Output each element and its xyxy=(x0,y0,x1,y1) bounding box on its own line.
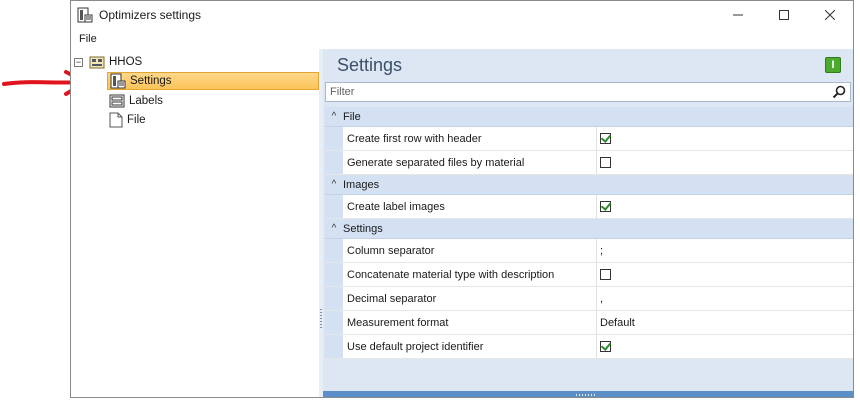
category-settings[interactable]: ^ Settings xyxy=(325,219,853,239)
property-row: Generate separated files by material xyxy=(325,151,853,175)
property-row: Decimal separator , xyxy=(325,287,853,311)
column-separator-value[interactable]: ; xyxy=(597,239,853,262)
tree-root-label: HHOS xyxy=(109,56,143,68)
minimize-button[interactable] xyxy=(715,1,761,29)
category-label: Images xyxy=(343,178,380,191)
property-name: Decimal separator xyxy=(343,287,597,310)
resize-grip[interactable] xyxy=(576,394,596,396)
property-name: Generate separated files by material xyxy=(343,151,597,174)
collapse-caret-icon[interactable]: ^ xyxy=(325,179,343,190)
menu-file[interactable]: File xyxy=(79,33,97,45)
category-file[interactable]: ^ File xyxy=(325,107,853,127)
settings-panel: Settings I ^ File Create first row with … xyxy=(323,49,853,397)
optimizers-settings-window: Optimizers settings File − HHOS Settings… xyxy=(70,0,854,398)
property-row: Create first row with header xyxy=(325,127,853,151)
project-icon xyxy=(89,56,105,69)
category-label: Settings xyxy=(343,222,383,235)
property-name: Concatenate material type with descripti… xyxy=(343,263,597,286)
property-row: Measurement format Default xyxy=(325,311,853,335)
property-name: Column separator xyxy=(343,239,597,262)
collapse-caret-icon[interactable]: ^ xyxy=(325,111,343,122)
collapse-caret-icon[interactable]: ^ xyxy=(325,223,343,234)
info-icon[interactable]: I xyxy=(825,57,841,73)
settings-doc-icon xyxy=(110,73,126,89)
property-name: Measurement format xyxy=(343,311,597,334)
concatenate-material-type-checkbox[interactable] xyxy=(600,269,611,280)
tree-root-hhos[interactable]: HHOS xyxy=(89,53,142,71)
title-bar: Optimizers settings xyxy=(71,1,853,29)
tree-item-file[interactable]: File xyxy=(109,111,146,129)
generate-separated-files-checkbox[interactable] xyxy=(600,157,611,168)
menu-bar: File xyxy=(71,29,853,49)
tree-item-label: Labels xyxy=(129,95,163,107)
property-grid: ^ File Create first row with header Gene… xyxy=(325,107,853,359)
labels-icon xyxy=(109,94,125,108)
close-button[interactable] xyxy=(807,1,853,29)
property-row: Use default project identifier xyxy=(325,335,853,359)
tree-item-labels[interactable]: Labels xyxy=(109,92,163,110)
property-name: Create first row with header xyxy=(343,127,597,150)
navigation-tree: − HHOS Settings Labels File xyxy=(71,49,319,397)
category-label: File xyxy=(343,110,361,123)
property-name: Create label images xyxy=(343,195,597,218)
tree-item-settings[interactable]: Settings xyxy=(107,72,319,90)
splitter-grip[interactable] xyxy=(320,309,322,329)
property-row: Column separator ; xyxy=(325,239,853,263)
tree-item-label: Settings xyxy=(130,75,172,87)
close-icon xyxy=(825,10,835,20)
measurement-format-value[interactable]: Default xyxy=(597,311,853,334)
create-label-images-checkbox[interactable] xyxy=(600,201,611,212)
create-first-row-header-checkbox[interactable] xyxy=(600,133,611,144)
property-name: Use default project identifier xyxy=(343,335,597,358)
tree-item-label: File xyxy=(127,114,146,126)
property-row: Create label images xyxy=(325,195,853,219)
search-icon[interactable] xyxy=(832,85,846,99)
decimal-separator-value[interactable]: , xyxy=(597,287,853,310)
property-row: Concatenate material type with descripti… xyxy=(325,263,853,287)
category-images[interactable]: ^ Images xyxy=(325,175,853,195)
maximize-icon xyxy=(779,10,789,20)
settings-title: Settings xyxy=(337,55,403,75)
filter-input[interactable] xyxy=(326,83,826,101)
window-title: Optimizers settings xyxy=(99,8,202,22)
filter-box xyxy=(325,82,851,102)
file-icon xyxy=(109,112,123,128)
app-icon xyxy=(77,7,93,23)
maximize-button[interactable] xyxy=(761,1,807,29)
collapse-toggle-icon[interactable]: − xyxy=(74,58,83,67)
use-default-project-identifier-checkbox[interactable] xyxy=(600,341,611,352)
minimize-icon xyxy=(733,14,743,16)
